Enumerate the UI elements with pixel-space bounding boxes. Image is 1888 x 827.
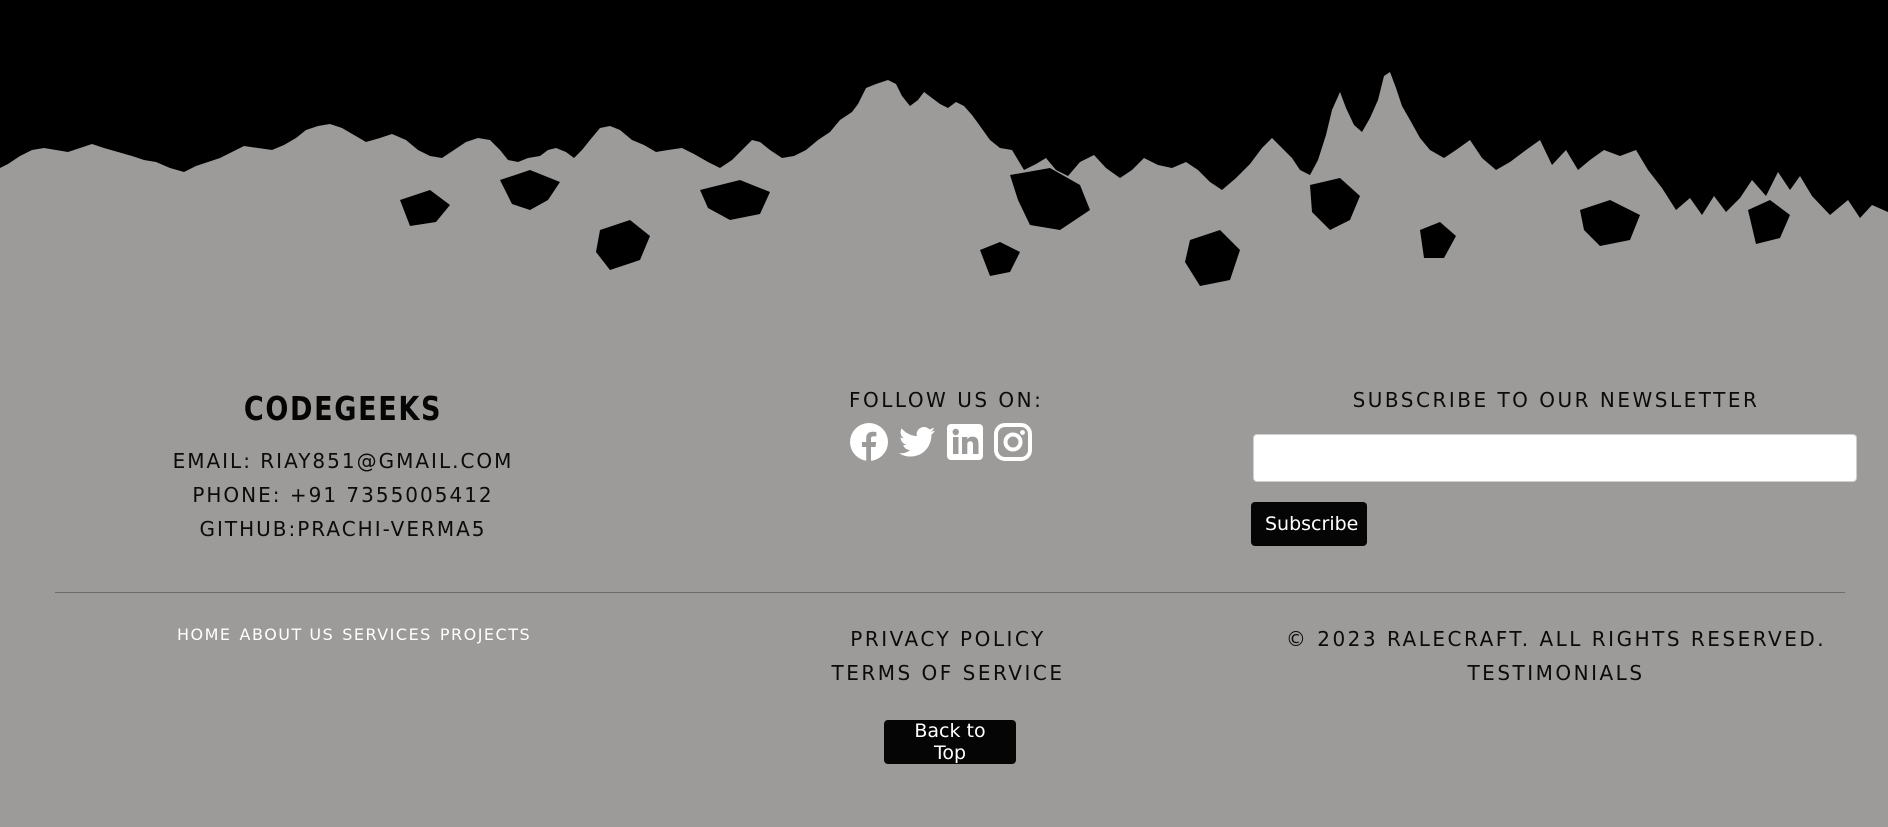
contact-phone: PHONE: +91 7355005412 xyxy=(192,483,494,507)
contact-section: CODEGEEKS EMAIL: RIAY851@GMAIL.COM PHONE… xyxy=(143,384,543,546)
nav-link-home[interactable]: HOME xyxy=(177,625,232,644)
twitter-icon[interactable] xyxy=(897,422,937,462)
newsletter-section: SUBSCRIBE TO OUR NEWSLETTER Subscribe xyxy=(1251,384,1861,546)
torn-edge-decoration xyxy=(0,0,1888,286)
linkedin-icon[interactable] xyxy=(945,422,985,462)
copyright-text: © 2023 RALECRAFT. ALL RIGHTS RESERVED. xyxy=(1285,627,1827,651)
testimonials-link[interactable]: TESTIMONIALS xyxy=(1271,656,1841,690)
follow-title: FOLLOW US ON: xyxy=(849,388,1044,412)
copyright-section: © 2023 RALECRAFT. ALL RIGHTS RESERVED. T… xyxy=(1271,622,1841,690)
contact-email: EMAIL: RIAY851@GMAIL.COM xyxy=(172,449,514,473)
footer-divider xyxy=(55,592,1845,593)
newsletter-email-input[interactable] xyxy=(1253,434,1857,482)
social-section: FOLLOW US ON: xyxy=(849,384,1049,462)
nav-link-about-us[interactable]: ABOUT US xyxy=(240,625,335,644)
back-to-top-button[interactable]: Back to Top xyxy=(884,720,1016,764)
nav-link-services[interactable]: SERVICES xyxy=(342,625,432,644)
legal-links: PRIVACY POLICY TERMS OF SERVICE xyxy=(798,622,1098,690)
facebook-icon[interactable] xyxy=(849,422,889,462)
privacy-policy-link[interactable]: PRIVACY POLICY xyxy=(798,622,1098,656)
instagram-icon[interactable] xyxy=(993,422,1033,462)
terms-of-service-link[interactable]: TERMS OF SERVICE xyxy=(798,656,1098,690)
footer-nav: HOME ABOUT US SERVICES PROJECTS xyxy=(177,625,530,644)
nav-link-projects[interactable]: PROJECTS xyxy=(440,625,531,644)
newsletter-title: SUBSCRIBE TO OUR NEWSLETTER xyxy=(1352,388,1760,412)
contact-github: GITHUB:PRACHI-VERMA5 xyxy=(199,517,487,541)
social-icons xyxy=(849,422,1049,462)
brand-name: CODEGEEKS xyxy=(243,389,443,428)
subscribe-button[interactable]: Subscribe xyxy=(1251,502,1367,546)
